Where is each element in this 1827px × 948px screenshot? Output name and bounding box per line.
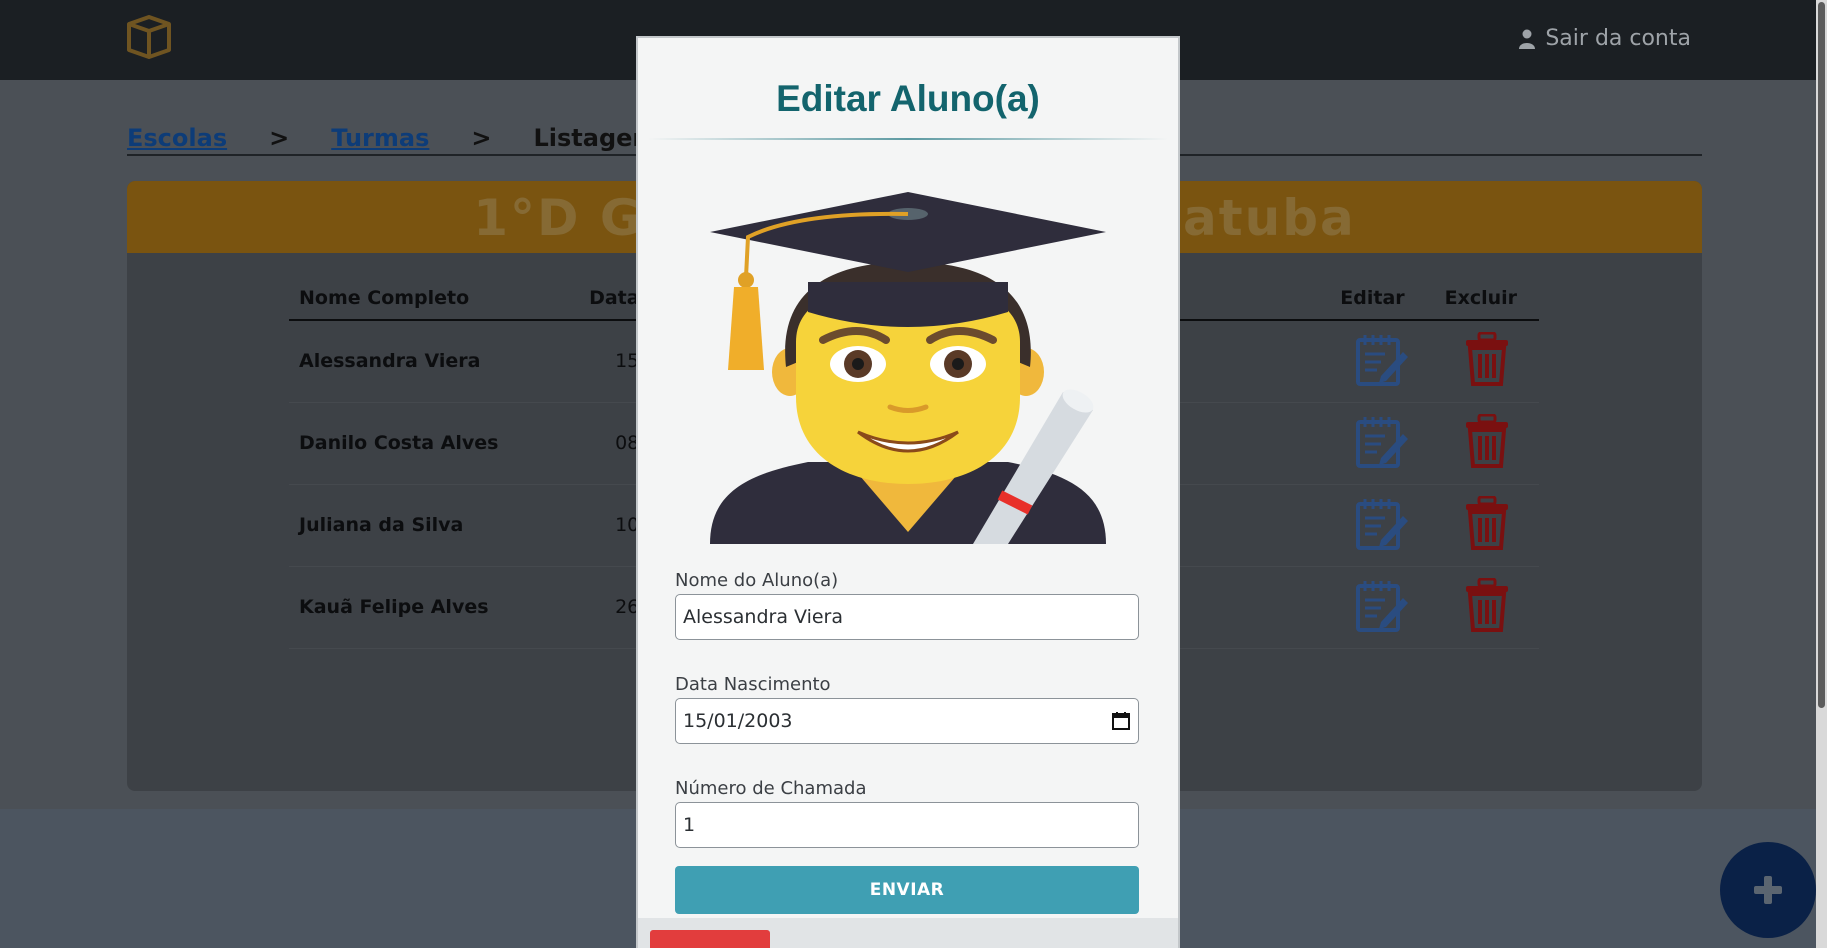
edit-student-modal: Editar Aluno(a) Nome do Aluno(a) Alessan… — [636, 36, 1180, 948]
trash-icon[interactable] — [1464, 495, 1510, 550]
graduate-avatar — [710, 192, 1106, 544]
delete-cell[interactable] — [1434, 484, 1539, 567]
breadcrumb-schools[interactable]: Escolas — [127, 124, 227, 152]
page-scrollbar[interactable] — [1816, 0, 1827, 948]
student-name: Juliana da Silva — [289, 484, 580, 567]
user-icon — [1519, 29, 1536, 49]
logout-link[interactable]: Sair da conta — [1519, 26, 1691, 51]
close-modal-button[interactable] — [650, 930, 770, 948]
breadcrumb-separator: > — [269, 124, 290, 152]
student-name: Kauã Felipe Alves — [289, 566, 580, 649]
student-name: Alessandra Viera — [289, 320, 580, 403]
edit-cell[interactable] — [1330, 402, 1435, 485]
call-number-field[interactable] — [675, 802, 1139, 848]
birth-label: Data Nascimento — [675, 674, 831, 695]
edit-icon[interactable] — [1355, 578, 1409, 632]
box-logo-icon[interactable] — [125, 14, 173, 60]
scrollbar-thumb[interactable] — [1818, 2, 1825, 708]
edit-icon[interactable] — [1355, 414, 1409, 468]
edit-cell[interactable] — [1330, 566, 1435, 649]
col-header-delete: Excluir — [1434, 276, 1539, 321]
name-label: Nome do Aluno(a) — [675, 570, 839, 591]
logout-label: Sair da conta — [1545, 26, 1691, 51]
edit-cell[interactable] — [1330, 320, 1435, 403]
trash-icon[interactable] — [1464, 577, 1510, 632]
edit-cell[interactable] — [1330, 484, 1435, 567]
breadcrumb-classes[interactable]: Turmas — [331, 124, 429, 152]
name-input[interactable] — [683, 606, 1131, 628]
call-number-input[interactable] — [683, 814, 1131, 836]
add-student-button[interactable] — [1720, 842, 1816, 938]
plus-icon — [1754, 876, 1782, 904]
edit-icon[interactable] — [1355, 496, 1409, 550]
submit-button[interactable]: ENVIAR — [675, 866, 1139, 914]
birth-date-value[interactable]: 15/01/2003 — [683, 710, 793, 732]
breadcrumb-separator: > — [471, 124, 492, 152]
trash-icon[interactable] — [1464, 413, 1510, 468]
class-banner-right: atuba — [1182, 189, 1356, 247]
modal-title: Editar Aluno(a) — [776, 78, 1040, 119]
call-number-label: Número de Chamada — [675, 778, 867, 799]
calendar-icon[interactable] — [1111, 711, 1131, 731]
col-header-edit: Editar — [1330, 276, 1435, 321]
edit-icon[interactable] — [1355, 332, 1409, 386]
col-header-name: Nome Completo — [289, 276, 580, 321]
birth-date-field[interactable]: 15/01/2003 — [675, 698, 1139, 744]
trash-icon[interactable] — [1464, 331, 1510, 386]
student-name: Danilo Costa Alves — [289, 402, 580, 485]
edit-student-form: Nome do Aluno(a) Data Nascimento 15/01/2… — [675, 570, 1139, 914]
class-banner-left: 1°D G — [473, 189, 643, 247]
delete-cell[interactable] — [1434, 402, 1539, 485]
delete-cell[interactable] — [1434, 320, 1539, 403]
name-field[interactable] — [675, 594, 1139, 640]
title-divider — [648, 138, 1168, 140]
delete-cell[interactable] — [1434, 566, 1539, 649]
